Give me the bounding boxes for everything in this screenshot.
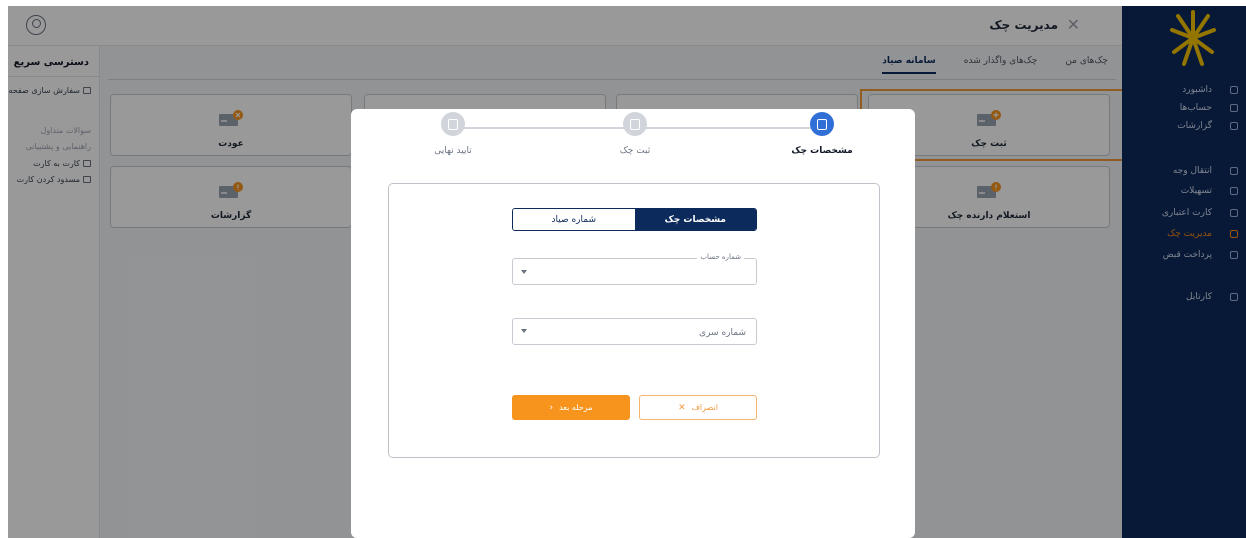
final-confirm-icon — [441, 112, 465, 136]
cheque-register-modal: مشخصات چک ثبت چک تایید نهایی شماره صیاد … — [351, 109, 915, 538]
step-label: ثبت چک — [619, 146, 651, 156]
segment-cheque-details[interactable]: مشخصات چک — [634, 209, 756, 230]
step-label: تایید نهایی — [434, 146, 472, 156]
chevron-down-icon — [521, 329, 527, 333]
screen: ✕ مدیریت چک دسترسی سریع سفارش سازی صفحه … — [8, 6, 1246, 538]
segment-sayad-number[interactable]: شماره صیاد — [513, 209, 635, 230]
step-register-cheque: ثبت چک — [585, 112, 685, 156]
step-label: مشخصات چک — [791, 146, 853, 156]
app-root: ✕ مدیریت چک دسترسی سریع سفارش سازی صفحه … — [0, 0, 1246, 538]
details-toggle: شماره صیاد مشخصات چک — [512, 208, 757, 231]
account-number-select[interactable]: شماره حساب — [512, 253, 757, 285]
step-cheque-details: مشخصات چک — [772, 112, 872, 156]
cancel-label: انصراف — [691, 403, 718, 412]
cheque-details-icon — [810, 112, 834, 136]
register-cheque-icon — [623, 112, 647, 136]
cancel-button[interactable]: انصراف ✕ — [639, 395, 757, 420]
account-number-label: شماره حساب — [697, 253, 744, 261]
chevron-left-icon: ‹ — [549, 402, 554, 413]
close-icon: ✕ — [678, 402, 686, 413]
step-final-confirm: تایید نهایی — [403, 112, 503, 156]
chevron-down-icon — [521, 270, 527, 274]
next-step-label: مرحله بعد — [559, 403, 593, 412]
serial-number-select[interactable]: شماره سری — [512, 318, 757, 345]
form-container: شماره صیاد مشخصات چک شماره حساب شماره سر… — [388, 183, 880, 458]
serial-number-placeholder: شماره سری — [699, 328, 746, 338]
next-step-button[interactable]: مرحله بعد ‹ — [512, 395, 630, 420]
